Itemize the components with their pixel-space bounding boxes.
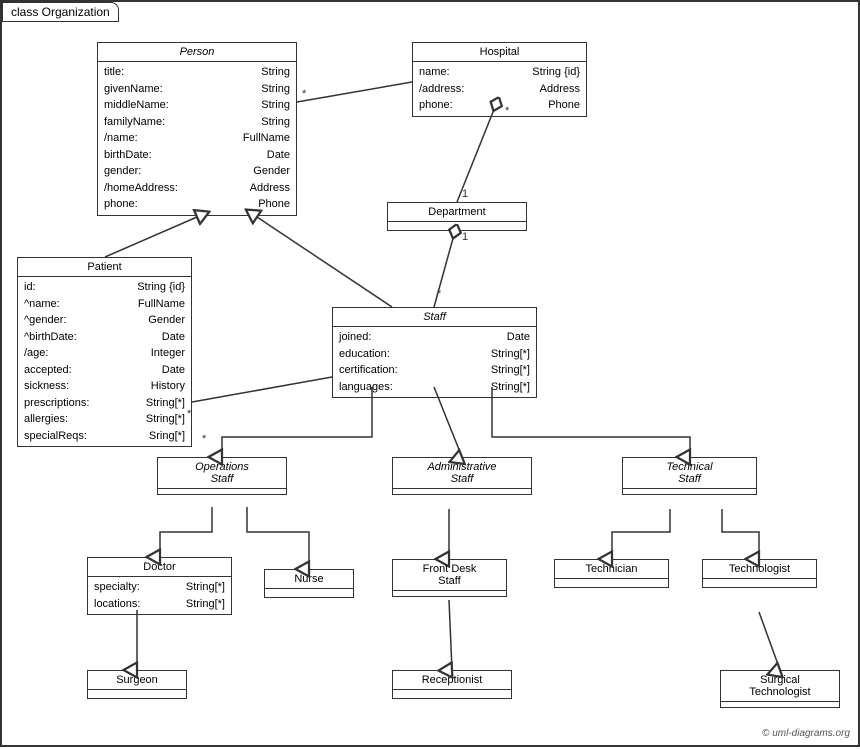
front-desk-class: Front DeskStaff [392,559,507,597]
staff-body: joined:Date education:String[*] certific… [333,327,536,397]
nurse-class: Nurse [264,569,354,598]
surgical-tech-title: SurgicalTechnologist [721,671,839,702]
person-class: Person title:String givenName:String mid… [97,42,297,216]
copyright: © uml-diagrams.org [762,728,850,739]
hospital-body: name:String {id} /address:Address phone:… [413,62,586,116]
svg-text:1: 1 [462,188,468,200]
technician-title: Technician [555,560,668,579]
svg-text:1: 1 [462,231,468,243]
nurse-body [265,589,353,597]
nurse-title: Nurse [265,570,353,589]
technologist-class: Technologist [702,559,817,588]
tech-staff-class: TechnicalStaff [622,457,757,495]
tech-staff-title: TechnicalStaff [623,458,756,489]
technician-body [555,579,668,587]
doctor-body: specialty:String[*] locations:String[*] [88,577,231,614]
front-desk-body [393,591,506,596]
person-title: Person [98,43,296,62]
operations-staff-body [158,489,286,494]
surgical-tech-body [721,702,839,707]
patient-body: id:String {id} ^name:FullName ^gender:Ge… [18,277,191,446]
operations-staff-title: OperationsStaff [158,458,286,489]
operations-staff-class: OperationsStaff [157,457,287,495]
surgeon-class: Surgeon [87,670,187,699]
surgical-tech-class: SurgicalTechnologist [720,670,840,708]
doctor-title: Doctor [88,558,231,577]
person-body: title:String givenName:String middleName… [98,62,296,215]
surgeon-title: Surgeon [88,671,186,690]
department-body [388,222,526,230]
diagram-container: class Organization Person title:String g… [0,0,860,747]
department-class: Department [387,202,527,231]
hospital-title: Hospital [413,43,586,62]
staff-class: Staff joined:Date education:String[*] ce… [332,307,537,398]
department-title: Department [388,203,526,222]
svg-text:*: * [302,88,307,100]
patient-class: Patient id:String {id} ^name:FullName ^g… [17,257,192,447]
tech-staff-body [623,489,756,494]
admin-staff-body [393,489,531,494]
hospital-class: Hospital name:String {id} /address:Addre… [412,42,587,117]
svg-text:*: * [437,288,442,300]
receptionist-title: Receptionist [393,671,511,690]
svg-text:*: * [202,433,207,445]
doctor-class: Doctor specialty:String[*] locations:Str… [87,557,232,615]
admin-staff-class: AdministrativeStaff [392,457,532,495]
diagram-title: class Organization [2,2,119,22]
technologist-title: Technologist [703,560,816,579]
front-desk-title: Front DeskStaff [393,560,506,591]
technician-class: Technician [554,559,669,588]
staff-title: Staff [333,308,536,327]
surgeon-body [88,690,186,698]
patient-title: Patient [18,258,191,277]
receptionist-class: Receptionist [392,670,512,699]
receptionist-body [393,690,511,698]
admin-staff-title: AdministrativeStaff [393,458,531,489]
technologist-body [703,579,816,587]
